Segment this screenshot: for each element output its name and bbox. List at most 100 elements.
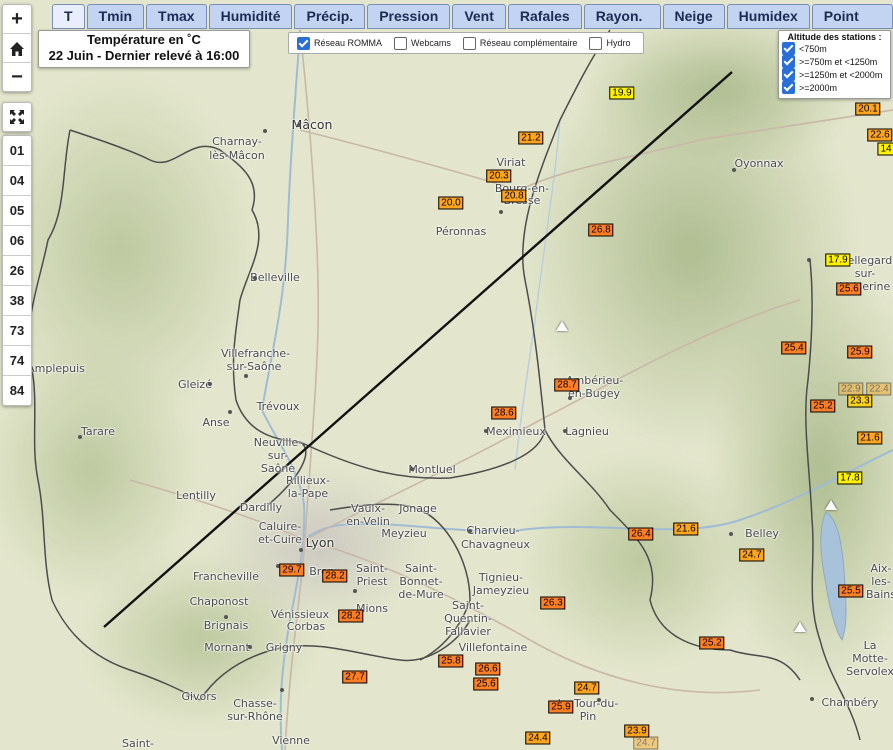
station-value[interactable]: 17.8 <box>837 471 863 485</box>
station-value[interactable]: 20.8 <box>501 189 527 203</box>
department-button[interactable]: 05 <box>3 196 31 226</box>
peak-marker[interactable] <box>556 321 568 331</box>
altitude-label: >=750m et <1250m <box>799 56 878 67</box>
station-value[interactable]: 25.6 <box>836 282 862 296</box>
network-webcams-checkbox[interactable]: Webcams <box>394 36 451 50</box>
department-button[interactable]: 01 <box>3 136 31 166</box>
tab-wind[interactable]: Vent <box>452 4 506 29</box>
station-value[interactable]: 19.9 <box>609 86 635 100</box>
station-value[interactable]: 27.7 <box>342 670 368 684</box>
tab-temperature[interactable]: T <box>52 4 85 29</box>
station-value[interactable]: 28.6 <box>491 406 517 420</box>
altitude-option[interactable]: <750m <box>782 42 890 55</box>
station-value[interactable]: 21.2 <box>518 131 544 145</box>
network-complementary-checkbox[interactable]: Réseau complémentaire <box>462 36 577 50</box>
station-value[interactable]: 25.5 <box>838 584 864 598</box>
checkbox-box[interactable] <box>462 36 476 50</box>
station-value[interactable]: 25.9 <box>847 345 873 359</box>
station-value[interactable]: 26.8 <box>588 223 614 237</box>
station-value[interactable]: 29.7 <box>279 563 305 577</box>
department-button[interactable]: 06 <box>3 226 31 256</box>
place-label: Vaulx-en-Velin <box>346 502 390 528</box>
checkbox-label: Hydro <box>606 38 631 48</box>
altitude-option[interactable]: >=2000m <box>782 81 890 94</box>
fullscreen-icon[interactable] <box>3 103 31 131</box>
department-button[interactable]: 38 <box>3 286 31 316</box>
tab-pressure[interactable]: Pression <box>367 4 451 29</box>
station-value[interactable]: 25.4 <box>781 341 807 355</box>
checkbox-box[interactable] <box>394 36 408 50</box>
station-value[interactable]: 14 <box>877 142 893 156</box>
station-value[interactable]: 28.7 <box>554 378 580 392</box>
station-value[interactable]: 20.1 <box>855 102 881 116</box>
tab-dew-point[interactable]: Point Rosée <box>811 4 893 47</box>
station-value[interactable]: 24.4 <box>525 731 551 745</box>
station-value[interactable]: 26.3 <box>540 596 566 610</box>
place-text: Aix-les-Bains <box>865 562 893 601</box>
department-button[interactable]: 84 <box>3 376 31 405</box>
zoom-in-button[interactable]: + <box>3 5 31 34</box>
department-button[interactable]: 26 <box>3 256 31 286</box>
station-value[interactable]: 24.7 <box>574 681 600 695</box>
place-label: Oyonnax <box>734 157 784 170</box>
altitude-option[interactable]: >=750m et <1250m <box>782 55 890 68</box>
station-value[interactable]: 24.7 <box>633 736 659 750</box>
place-text: Chasse-sur-Rhône <box>227 697 283 723</box>
station-value[interactable]: 25.8 <box>438 654 464 668</box>
place-label: Givors <box>179 690 219 703</box>
fullscreen-control <box>2 102 32 132</box>
checkbox-box[interactable] <box>782 81 795 94</box>
station-value[interactable]: 24.7 <box>739 548 765 562</box>
station-value[interactable]: 25.6 <box>473 677 499 691</box>
checkbox-box[interactable] <box>297 36 310 50</box>
station-value[interactable]: 28.2 <box>322 569 348 583</box>
checkbox-box[interactable] <box>782 42 795 55</box>
station-value[interactable]: 21.6 <box>673 522 699 536</box>
department-button[interactable]: 74 <box>3 346 31 376</box>
tab-precip[interactable]: Précip. <box>294 4 366 29</box>
map-canvas[interactable]: Mâcon Charnay-lès-Mâcon Viriat Bourg-en-… <box>0 0 893 750</box>
department-button[interactable]: 04 <box>3 166 31 196</box>
station-value[interactable]: 26.6 <box>475 662 501 676</box>
info-panel: Température en ˚C 22 Juin - Dernier rele… <box>38 30 250 68</box>
network-hydro-checkbox[interactable]: Hydro <box>589 36 631 50</box>
place-dot <box>729 532 733 536</box>
tab-tmin[interactable]: Tmin <box>86 4 145 29</box>
home-icon[interactable] <box>3 34 31 63</box>
tab-gusts[interactable]: Rafales <box>507 4 582 29</box>
place-dot <box>468 529 472 533</box>
network-romma-checkbox[interactable]: Réseau ROMMA <box>297 36 382 50</box>
info-timestamp: 22 Juin - Dernier relevé à 16:00 <box>48 48 240 63</box>
place-label: Jonage <box>399 502 437 515</box>
place-text: La Motte-Servolex <box>846 639 893 678</box>
place-dot <box>263 129 267 133</box>
place-text: Charnay-lès-Mâcon <box>209 135 265 162</box>
peak-marker[interactable] <box>794 622 806 632</box>
station-value[interactable]: 20.0 <box>438 196 464 210</box>
checkbox-box[interactable] <box>782 68 795 81</box>
peak-marker[interactable] <box>825 500 837 510</box>
tab-humidex[interactable]: Humidex <box>726 4 810 29</box>
checkbox-box[interactable] <box>589 36 603 50</box>
tab-snow[interactable]: Neige <box>662 4 725 29</box>
station-value[interactable]: 25.2 <box>699 636 725 650</box>
station-value[interactable]: 17.9 <box>825 253 851 267</box>
station-value[interactable]: 22.6 <box>867 128 893 142</box>
place-label: Neuville-sur-Saône <box>253 436 303 475</box>
tab-humidity[interactable]: Humidité <box>208 4 293 29</box>
station-value[interactable]: 28.2 <box>338 609 364 623</box>
station-value[interactable]: 20.3 <box>486 169 512 183</box>
station-value[interactable]: 25.9 <box>548 700 574 714</box>
zoom-out-button[interactable]: − <box>3 63 31 91</box>
department-button[interactable]: 73 <box>3 316 31 346</box>
altitude-option[interactable]: >=1250m et <2000m <box>782 68 890 81</box>
station-value[interactable]: 21.6 <box>857 431 883 445</box>
place-dot <box>353 589 357 593</box>
checkbox-box[interactable] <box>782 55 795 68</box>
station-value[interactable]: 23.3 <box>847 394 873 408</box>
station-value[interactable]: 26.4 <box>628 527 654 541</box>
tab-solar[interactable]: Rayon. sol. <box>583 4 661 47</box>
tab-tmax[interactable]: Tmax <box>146 4 207 29</box>
place-text: Caluire-et-Cuire <box>258 520 302 546</box>
station-value[interactable]: 25.2 <box>810 399 836 413</box>
